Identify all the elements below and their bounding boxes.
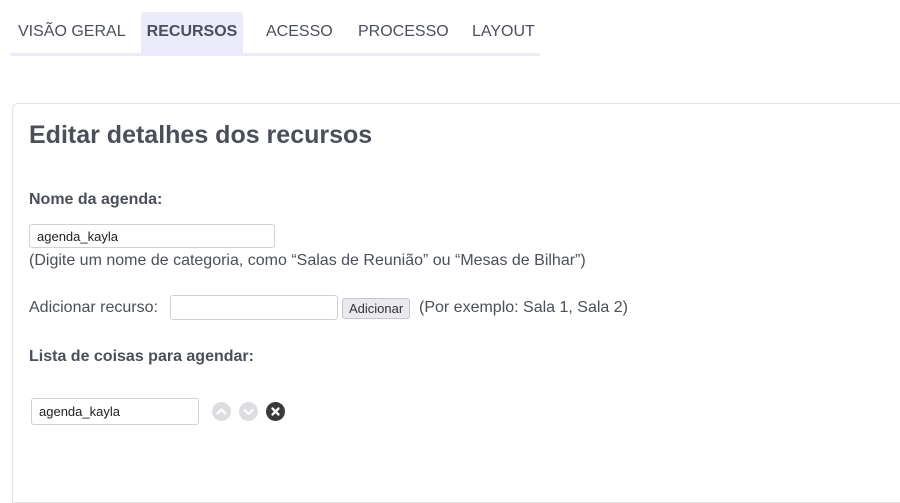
add-resource-example: (Por exemplo: Sala 1, Sala 2) [419, 299, 628, 316]
tab-acesso[interactable]: ACESSO [266, 12, 333, 53]
page-title: Editar detalhes dos recursos [29, 121, 373, 149]
resource-list-label: Lista de coisas para agendar: [29, 348, 254, 365]
chevron-up-icon[interactable] [212, 402, 231, 421]
tab-visao-geral[interactable]: VISÃO GERAL [18, 12, 126, 53]
add-resource-button[interactable]: Adicionar [342, 298, 411, 319]
resource-details-panel: Editar detalhes dos recursos Nome da age… [12, 103, 900, 503]
schedule-name-input[interactable] [29, 224, 275, 248]
resource-name-input[interactable] [31, 398, 199, 425]
chevron-down-icon[interactable] [239, 402, 258, 421]
tab-processo[interactable]: PROCESSO [358, 12, 449, 53]
schedule-name-label: Nome da agenda: [29, 191, 163, 208]
tab-bar: VISÃO GERAL RECURSOS ACESSO PROCESSO LAY… [10, 12, 540, 56]
remove-icon[interactable] [266, 402, 285, 421]
schedule-name-hint: (Digite um nome de categoria, como “Sala… [29, 252, 586, 269]
tab-recursos[interactable]: RECURSOS [141, 12, 243, 53]
tab-layout[interactable]: LAYOUT [472, 12, 535, 53]
add-resource-input[interactable] [170, 295, 338, 320]
add-resource-label: Adicionar recurso: [29, 299, 158, 316]
